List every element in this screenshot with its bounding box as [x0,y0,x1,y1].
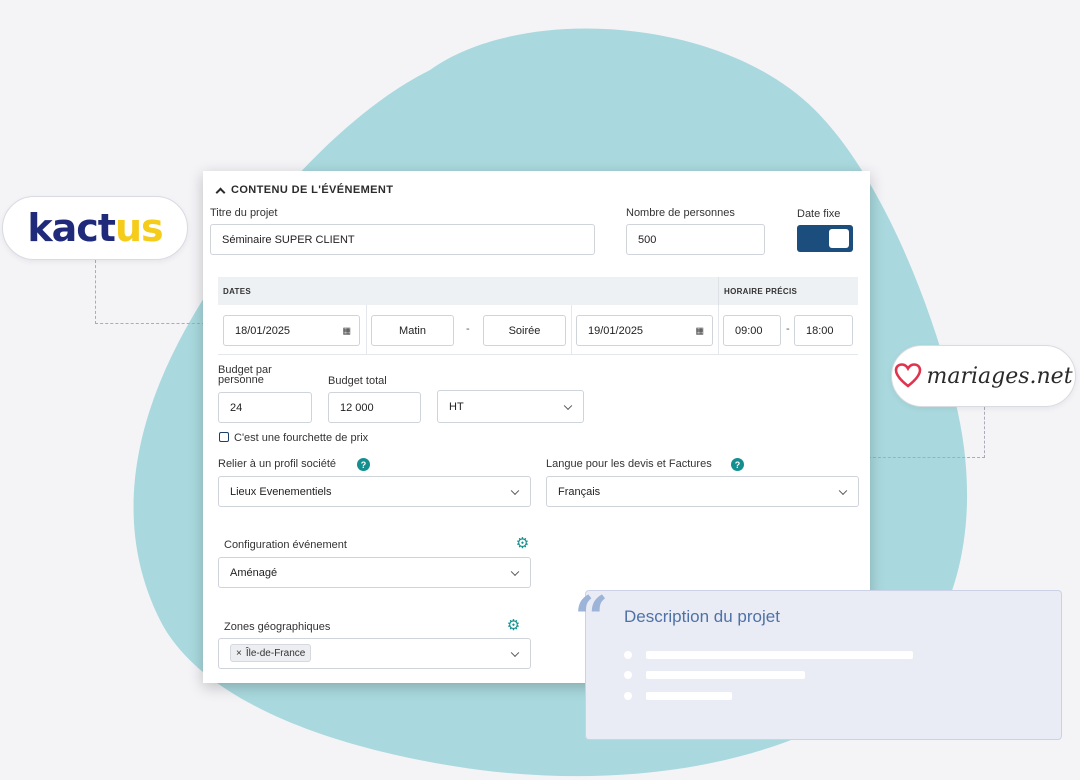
bullet-icon [624,651,632,659]
event-config-value: Aménagé [230,566,278,579]
start-time-value: 09:00 [735,324,763,337]
chevron-down-icon [838,486,848,495]
budget-total-label: Budget total [328,375,387,387]
kactus-connector [95,260,205,324]
section-title: CONTENU DE L'ÉVÉNEMENT [231,184,394,196]
dates-row: 18/01/2025 ▦ Matin - Soirée 19/01/2025 ▦… [218,305,858,355]
chevron-down-icon [510,648,520,657]
description-title: Description du projet [624,607,780,626]
chevron-down-icon [510,567,520,576]
row-divider [718,305,719,355]
chevron-down-icon [510,486,520,495]
end-period-select[interactable]: Soirée [483,315,566,346]
event-config-label: Configuration événement [224,539,347,551]
end-date-input[interactable]: 19/01/2025 ▦ [576,315,713,346]
project-title-value: Séminaire SUPER CLIENT [222,233,355,246]
placeholder-line [646,651,913,659]
section-header[interactable]: CONTENU DE L'ÉVÉNEMENT [215,184,394,197]
tag-remove-icon[interactable]: × [236,648,242,659]
bullet-icon [624,671,632,679]
chevron-down-icon [563,401,573,410]
row-divider [571,305,572,355]
tax-mode-value: HT [449,400,464,413]
tax-mode-select[interactable]: HT [437,390,584,423]
calendar-icon[interactable]: ▦ [695,325,704,336]
mariages-connector [868,407,985,458]
company-profile-value: Lieux Evenementiels [230,485,332,498]
time-separator: - [786,323,790,335]
budget-per-person-input[interactable]: 24 [218,392,312,423]
description-card: “ Description du projet [574,589,1062,740]
zones-label: Zones géographiques [224,621,331,633]
budget-per-person-label: Budget par personne [218,365,272,386]
mariages-logo-text: mariages.net [926,363,1073,389]
start-date-value: 18/01/2025 [235,324,291,337]
zone-tag-label: Île-de-France [245,647,306,659]
company-profile-label: Relier à un profil société [218,458,337,470]
placeholder-line [646,692,732,700]
start-period-value: Matin [399,324,426,337]
budget-per-person-label-line2: personne [218,374,264,386]
placeholder-line [646,671,805,679]
budget-per-person-value: 24 [230,401,243,414]
people-count-label: Nombre de personnes [626,207,735,219]
help-icon[interactable]: ? [357,458,370,471]
budget-total-input[interactable]: 12 000 [328,392,421,423]
event-config-select[interactable]: Aménagé [218,557,531,588]
period-separator: - [466,323,470,335]
help-icon[interactable]: ? [731,458,744,471]
dates-header: DATES HORAIRE PRÉCIS [218,277,858,305]
end-time-value: 18:00 [806,324,834,337]
people-count-input[interactable]: 500 [626,224,765,255]
start-date-input[interactable]: 18/01/2025 ▦ [223,315,360,346]
budget-total-value: 12 000 [340,401,374,414]
end-time-input[interactable]: 18:00 [794,315,853,346]
project-title-input[interactable]: Séminaire SUPER CLIENT [210,224,595,255]
heart-icon [895,363,922,388]
kactus-logo-part2: us [114,206,164,250]
people-count-value: 500 [638,233,657,246]
company-profile-select[interactable]: Lieux Evenementiels [218,476,531,507]
fixed-date-label: Date fixe [797,208,841,220]
row-divider [366,305,367,355]
bullet-icon [624,692,632,700]
kactus-logo: kactus [2,196,188,260]
kactus-logo-part1: kact [27,206,116,250]
language-value: Français [558,485,601,498]
language-label: Langue pour les devis et Factures [546,458,712,470]
fixed-date-toggle[interactable] [797,225,853,252]
project-title-label: Titre du projet [210,207,278,219]
start-time-input[interactable]: 09:00 [723,315,781,346]
price-range-checkbox[interactable] [219,432,229,442]
zone-tag: × Île-de-France [230,644,312,662]
language-select[interactable]: Français [546,476,859,507]
mariages-logo: mariages.net [891,345,1076,407]
gear-icon[interactable]: ⚙ [516,535,529,552]
quote-icon: “ [574,584,609,654]
start-period-select[interactable]: Matin [371,315,454,346]
end-period-value: Soirée [508,324,541,337]
calendar-icon[interactable]: ▦ [342,325,351,336]
precise-time-header-label: HORAIRE PRÉCIS [724,287,798,296]
gear-icon[interactable]: ⚙ [507,617,520,634]
end-date-value: 19/01/2025 [588,324,644,337]
toggle-knob [829,229,849,248]
header-divider [718,277,719,305]
dates-header-label: DATES [223,287,252,296]
chevron-up-icon [215,187,226,197]
price-range-label: C'est une fourchette de prix [234,432,369,444]
